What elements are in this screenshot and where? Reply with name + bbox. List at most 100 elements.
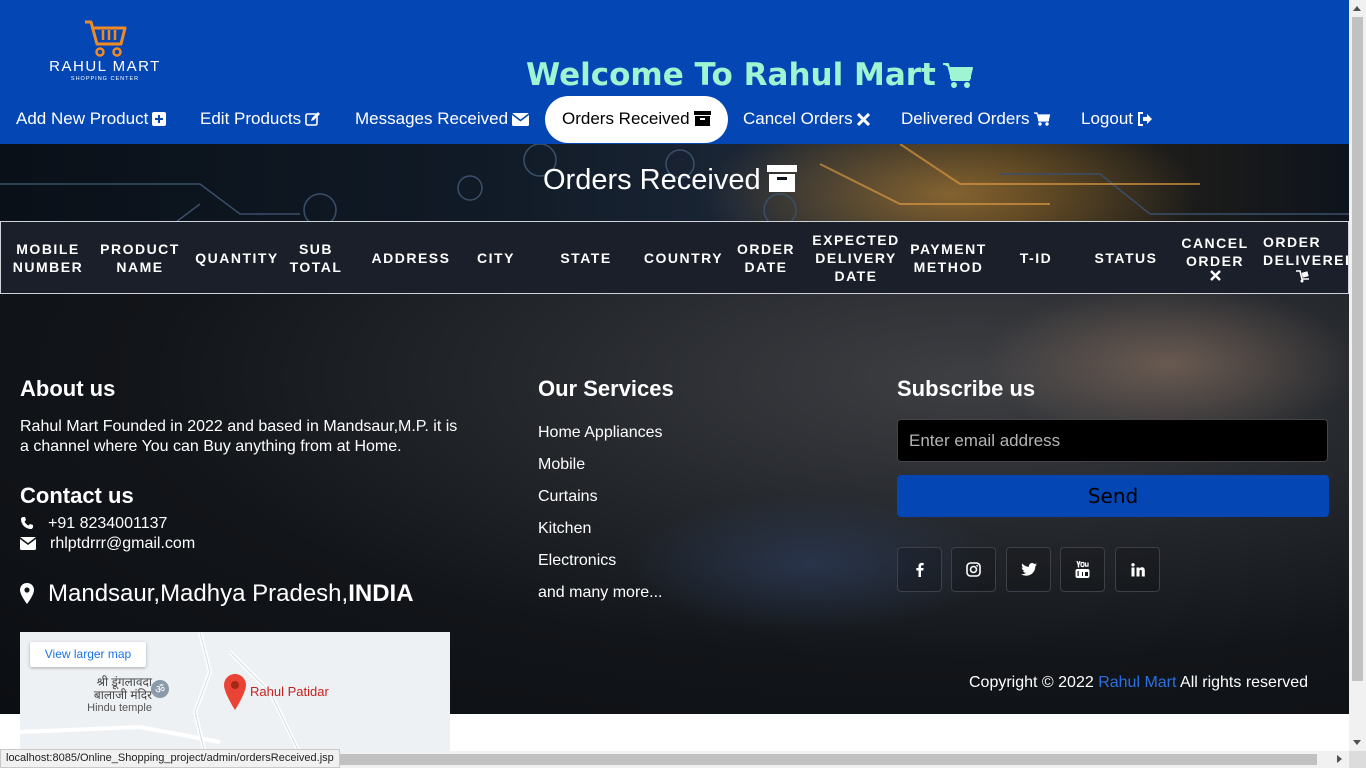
- col-city: CITY: [477, 249, 515, 266]
- page-title-text: Orders Received: [543, 164, 761, 196]
- service-link[interactable]: Home Appliances: [538, 424, 663, 442]
- nav-label: Edit Products: [200, 109, 302, 128]
- nav-delivered-orders[interactable]: Delivered Orders: [901, 96, 1050, 143]
- col-status: STATUS: [1094, 249, 1158, 266]
- service-link[interactable]: Curtains: [538, 488, 598, 506]
- status-bar-url: localhost:8085/Online_Shopping_project/a…: [0, 749, 340, 768]
- logo-cart-icon: [85, 20, 127, 57]
- map-pin-label: Rahul Patidar: [250, 684, 329, 699]
- vertical-scroll-thumb[interactable]: [1352, 17, 1363, 681]
- map-pin-icon[interactable]: [224, 674, 246, 710]
- truck-icon: [1296, 269, 1309, 282]
- col-t-id: T-ID: [1019, 249, 1053, 266]
- instagram-icon: [966, 562, 981, 577]
- view-larger-map-link[interactable]: View larger map: [30, 642, 146, 667]
- welcome-title: Welcome To Rahul Mart: [526, 57, 974, 93]
- nav-edit-products[interactable]: Edit Products: [200, 96, 321, 143]
- about-title: About us: [20, 376, 116, 401]
- edit-icon: [305, 112, 321, 126]
- svg-text:ॐ: ॐ: [155, 683, 165, 696]
- facebook-button[interactable]: [897, 547, 942, 592]
- envelope-icon: [19, 537, 37, 550]
- service-link[interactable]: Mobile: [538, 456, 585, 474]
- map-poi-temple[interactable]: श्री डूंगलावदा बालाजी मंदिर Hindu temple: [80, 676, 152, 715]
- col-address: ADDRESS: [371, 249, 451, 266]
- linkedin-icon: [1130, 562, 1145, 576]
- location-country: INDIA: [348, 580, 414, 607]
- subscribe-title: Subscribe us: [897, 376, 1036, 401]
- col-order-delivered-label: ORDER DELIVERED: [1263, 233, 1349, 268]
- contact-email: rhlptdrrr@gmail.com: [19, 535, 195, 553]
- copyright-suffix: All rights reserved: [1180, 674, 1309, 691]
- copyright-prefix: Copyright © 2022: [969, 674, 1094, 691]
- service-link[interactable]: and many more...: [538, 584, 663, 602]
- cart-icon: [1033, 112, 1050, 126]
- envelope-icon: [511, 113, 530, 126]
- nav-orders-received[interactable]: Orders Received: [545, 96, 728, 143]
- col-country: COUNTRY: [643, 249, 724, 266]
- times-icon: [1209, 270, 1221, 281]
- nav-cancel-orders[interactable]: Cancel Orders: [743, 96, 870, 143]
- logo-name: RAHUL MART: [49, 58, 161, 75]
- contact-phone-text: +91 8234001137: [48, 515, 168, 532]
- archive-icon: [693, 111, 711, 126]
- temple-icon: ॐ: [151, 680, 169, 698]
- archive-icon: [766, 165, 797, 192]
- location-text: Mandsaur,Madhya Pradesh,: [48, 580, 349, 607]
- map-temple-name: श्री डूंगलावदा बालाजी मंदिर: [93, 675, 152, 702]
- copyright-brand-link[interactable]: Rahul Mart: [1098, 674, 1176, 691]
- orders-table-header: MOBILE NUMBER PRODUCT NAME QUANTITY SUB …: [0, 221, 1349, 294]
- col-product-name: PRODUCT NAME: [100, 240, 180, 275]
- contact-title: Contact us: [20, 483, 134, 508]
- col-cancel-order-label: CANCEL ORDER: [1181, 235, 1249, 269]
- copyright: Copyright © 2022 Rahul Mart All rights r…: [969, 674, 1308, 692]
- subscribe-email-input[interactable]: [897, 419, 1328, 462]
- header-bar: RAHUL MART SHOPPING CENTER Welcome To Ra…: [0, 0, 1349, 144]
- nav-add-new-product[interactable]: Add New Product: [16, 96, 167, 143]
- cart-icon: [942, 63, 973, 88]
- youtube-button[interactable]: [1060, 547, 1105, 592]
- nav-logout[interactable]: Logout: [1081, 96, 1153, 143]
- linkedin-button[interactable]: [1115, 547, 1160, 592]
- nav-messages-received[interactable]: Messages Received: [355, 96, 530, 143]
- welcome-text: Welcome To Rahul Mart: [526, 57, 936, 93]
- scroll-up-icon[interactable]: [1353, 6, 1361, 11]
- map-marker-icon: [20, 583, 34, 604]
- nav-label: Delivered Orders: [901, 109, 1030, 128]
- contact-phone: +91 8234001137: [20, 515, 167, 533]
- col-order-delivered: ORDER DELIVERED: [1263, 222, 1349, 293]
- about-text: Rahul Mart Founded in 2022 and based in …: [20, 418, 458, 455]
- page-title: Orders Received: [543, 164, 797, 197]
- col-quantity: QUANTITY: [195, 249, 279, 266]
- nav-label: Messages Received: [355, 109, 509, 128]
- col-state: STATE: [560, 249, 612, 266]
- send-button[interactable]: Send: [897, 475, 1329, 517]
- contact-location: Mandsaur,Madhya Pradesh,INDIA: [20, 580, 414, 608]
- twitter-button[interactable]: [1006, 547, 1051, 592]
- service-link[interactable]: Kitchen: [538, 520, 591, 538]
- youtube-icon: [1075, 561, 1090, 578]
- nav-label: Logout: [1081, 109, 1133, 128]
- nav-label: Add New Product: [16, 109, 149, 128]
- col-order-date: ORDER DATE: [736, 240, 796, 275]
- service-link[interactable]: Electronics: [538, 552, 616, 570]
- google-map[interactable]: View larger map श्री डूंगलावदा बालाजी मं…: [20, 632, 450, 754]
- instagram-button[interactable]: [951, 547, 996, 592]
- col-expected-delivery-date: EXPECTED DELIVERY DATE: [812, 231, 900, 284]
- scroll-right-icon[interactable]: [1337, 755, 1342, 763]
- scroll-down-icon[interactable]: [1353, 740, 1361, 745]
- logo-tagline: SHOPPING CENTER: [70, 76, 140, 82]
- map-temple-type: Hindu temple: [87, 702, 152, 714]
- col-cancel-order: CANCEL ORDER: [1171, 222, 1259, 293]
- scrollbar-corner: [1349, 751, 1366, 768]
- logo[interactable]: RAHUL MART SHOPPING CENTER: [30, 16, 180, 92]
- phone-icon: [21, 517, 33, 529]
- vertical-scrollbar[interactable]: [1349, 0, 1366, 751]
- admin-nav: Add New Product Edit Products Messages R…: [0, 96, 1349, 144]
- services-title: Our Services: [538, 376, 674, 401]
- twitter-icon: [1020, 563, 1037, 576]
- facebook-icon: [915, 562, 924, 577]
- nav-label: Orders Received: [562, 109, 690, 128]
- col-mobile-number: MOBILE NUMBER: [12, 240, 84, 275]
- sign-out-icon: [1138, 112, 1152, 126]
